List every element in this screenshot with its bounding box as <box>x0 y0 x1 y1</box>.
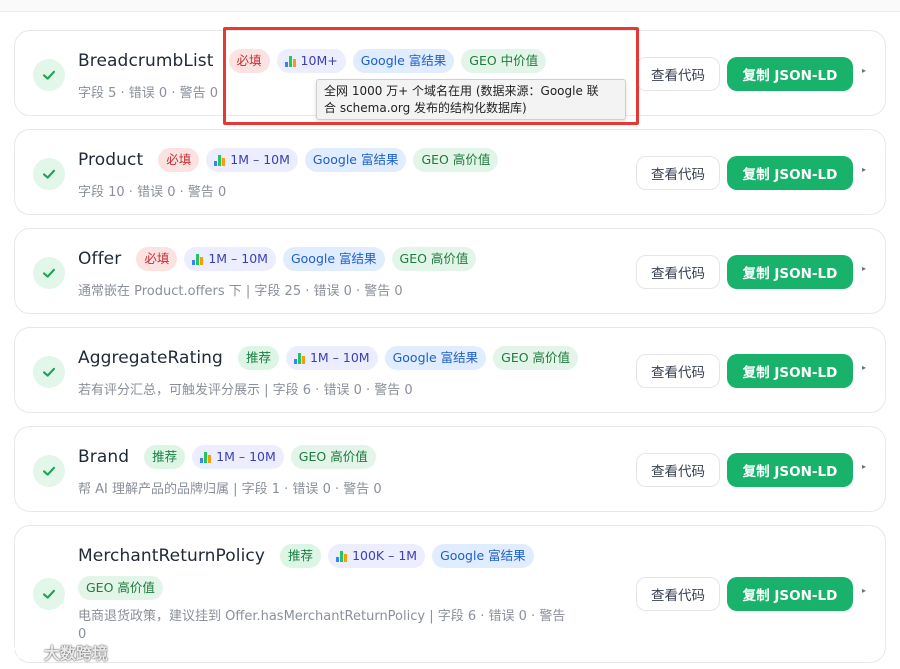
usage-badge[interactable]: 1M – 10M <box>206 148 298 172</box>
google-rich-result-badge: Google 富结果 <box>305 148 407 172</box>
geo-value-badge: GEO 中价值 <box>461 49 546 73</box>
geo-value-badge: GEO 高价值 <box>78 576 163 600</box>
schema-name: Product <box>78 150 143 170</box>
card-meta: 字段 5 · 错误 0 · 警告 0 <box>78 82 218 101</box>
schema-card-offer: Offer 必填 1M – 10M Google 富结果 GEO 高价值 通常嵌… <box>14 228 886 314</box>
geo-value-badge: GEO 高价值 <box>291 445 376 469</box>
recommended-badge: 推荐 <box>280 544 321 568</box>
caret-right-icon[interactable]: ▸ <box>860 65 868 75</box>
usage-label: 1M – 10M <box>310 346 370 370</box>
geo-value-badge: GEO 高价值 <box>413 148 498 172</box>
recommended-badge: 推荐 <box>144 445 185 469</box>
watermark-text: 大数跨境 <box>44 640 108 664</box>
schema-name: AggregateRating <box>78 348 223 368</box>
usage-label: 1M – 10M <box>208 247 268 271</box>
usage-badge[interactable]: 100K – 1M <box>328 544 425 568</box>
schema-name: BreadcrumbList <box>78 51 214 71</box>
card-meta: 若有评分汇总，可触发评分展示 | 字段 6 · 错误 0 · 警告 0 <box>78 379 413 398</box>
usage-badge[interactable]: 1M – 10M <box>192 445 284 469</box>
card-meta: 通常嵌在 Product.offers 下 | 字段 25 · 错误 0 · 警… <box>78 280 403 299</box>
schema-card-brand: Brand 推荐 1M – 10M GEO 高价值 帮 AI 理解产品的品牌归属… <box>14 426 886 512</box>
watermark: 大数跨境 <box>8 640 108 664</box>
google-rich-result-badge: Google 富结果 <box>283 247 385 271</box>
card-title-row: Offer 必填 1M – 10M Google 富结果 GEO 高价值 <box>78 247 476 271</box>
google-rich-result-badge: Google 富结果 <box>385 346 487 370</box>
caret-right-icon[interactable]: ▸ <box>860 461 868 471</box>
required-badge: 必填 <box>229 49 270 73</box>
copy-jsonld-button[interactable]: 复制 JSON-LD <box>727 453 853 487</box>
google-rich-result-badge: Google 富结果 <box>353 49 455 73</box>
recommended-badge: 推荐 <box>238 346 279 370</box>
check-icon <box>33 59 65 91</box>
copy-jsonld-button[interactable]: 复制 JSON-LD <box>727 354 853 388</box>
view-code-button[interactable]: 查看代码 <box>636 57 720 91</box>
tooltip-line-1: 全网 1000 万+ 个域名在用 (数据来源：Google 联 <box>324 83 618 100</box>
bar-chart-icon <box>192 254 203 265</box>
card-meta: 帮 AI 理解产品的品牌归属 | 字段 1 · 错误 0 · 警告 0 <box>78 478 382 497</box>
schema-card-merchantreturnpolicy: MerchantReturnPolicy 推荐 100K – 1M Google… <box>14 525 886 663</box>
usage-badge[interactable]: 1M – 10M <box>184 247 276 271</box>
card-title-row: AggregateRating 推荐 1M – 10M Google 富结果 G… <box>78 346 578 370</box>
view-code-button[interactable]: 查看代码 <box>636 453 720 487</box>
view-code-button[interactable]: 查看代码 <box>636 354 720 388</box>
schema-name: Offer <box>78 249 121 269</box>
card-title-row-wrap: GEO 高价值 <box>78 576 163 600</box>
check-icon <box>33 578 65 610</box>
required-badge: 必填 <box>136 247 177 271</box>
caret-right-icon[interactable]: ▸ <box>860 263 868 273</box>
copy-jsonld-button[interactable]: 复制 JSON-LD <box>727 57 853 91</box>
bar-chart-icon <box>294 353 305 364</box>
usage-badge[interactable]: 1M – 10M <box>286 346 378 370</box>
card-title-row: Brand 推荐 1M – 10M GEO 高价值 <box>78 445 376 469</box>
caret-right-icon[interactable]: ▸ <box>860 164 868 174</box>
bar-chart-icon <box>200 452 211 463</box>
copy-jsonld-button[interactable]: 复制 JSON-LD <box>727 255 853 289</box>
usage-tooltip: 全网 1000 万+ 个域名在用 (数据来源：Google 联 合 schema… <box>316 79 626 120</box>
usage-label: 1M – 10M <box>230 148 290 172</box>
card-title-row: MerchantReturnPolicy 推荐 100K – 1M Google… <box>78 544 534 568</box>
card-meta: 电商退货政策，建议挂到 Offer.hasMerchantReturnPolic… <box>78 605 565 624</box>
usage-label: 10M+ <box>301 49 338 73</box>
geo-value-badge: GEO 高价值 <box>493 346 578 370</box>
card-meta: 字段 10 · 错误 0 · 警告 0 <box>78 181 226 200</box>
check-icon <box>33 356 65 388</box>
google-rich-result-badge: Google 富结果 <box>432 544 534 568</box>
check-icon <box>33 455 65 487</box>
copy-jsonld-button[interactable]: 复制 JSON-LD <box>727 577 853 611</box>
caret-right-icon[interactable]: ▸ <box>860 362 868 372</box>
top-edge <box>0 0 900 12</box>
schema-card-aggregaterating: AggregateRating 推荐 1M – 10M Google 富结果 G… <box>14 327 886 413</box>
bar-chart-icon <box>336 551 347 562</box>
usage-label: 1M – 10M <box>216 445 276 469</box>
schema-name: MerchantReturnPolicy <box>78 546 265 566</box>
copy-jsonld-button[interactable]: 复制 JSON-LD <box>727 156 853 190</box>
view-code-button[interactable]: 查看代码 <box>636 577 720 611</box>
schema-name: Brand <box>78 447 129 467</box>
check-icon <box>33 158 65 190</box>
geo-value-badge: GEO 高价值 <box>392 247 477 271</box>
card-title-row: Product 必填 1M – 10M Google 富结果 GEO 高价值 <box>78 148 498 172</box>
tooltip-line-2: 合 schema.org 发布的结构化数据库) <box>324 100 618 117</box>
usage-badge[interactable]: 10M+ <box>277 49 346 73</box>
view-code-button[interactable]: 查看代码 <box>636 255 720 289</box>
bar-chart-icon <box>285 56 296 67</box>
view-code-button[interactable]: 查看代码 <box>636 156 720 190</box>
check-icon <box>33 257 65 289</box>
watermark-logo-icon <box>8 642 38 662</box>
required-badge: 必填 <box>158 148 199 172</box>
schema-card-product: Product 必填 1M – 10M Google 富结果 GEO 高价值 字… <box>14 129 886 215</box>
bar-chart-icon <box>214 155 225 166</box>
usage-label: 100K – 1M <box>352 544 417 568</box>
card-title-row: BreadcrumbList 必填 10M+ Google 富结果 GEO 中价… <box>78 49 546 73</box>
caret-right-icon[interactable]: ▸ <box>860 585 868 595</box>
